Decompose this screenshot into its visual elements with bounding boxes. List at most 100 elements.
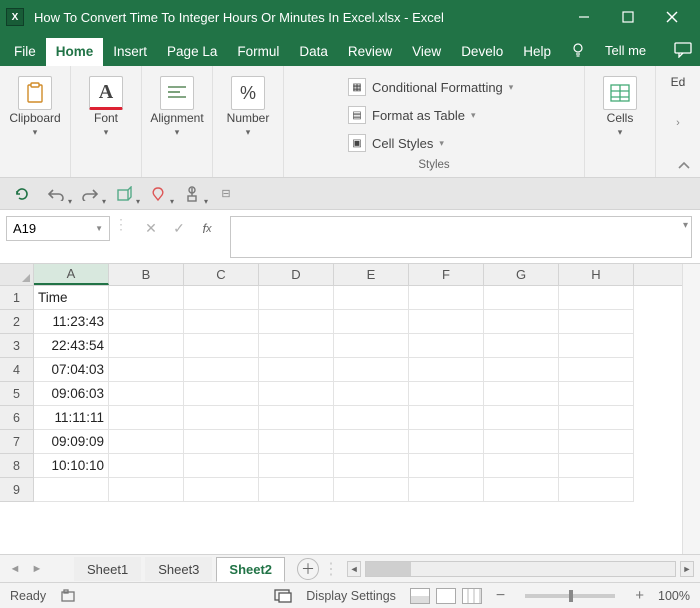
- row-header-8[interactable]: 8: [0, 454, 34, 478]
- cell-B9[interactable]: [109, 478, 184, 502]
- horizontal-scrollbar[interactable]: ◄ ►: [347, 561, 694, 577]
- number-button[interactable]: % Number ▾: [221, 72, 275, 138]
- conditional-formatting-button[interactable]: ▦Conditional Formatting ▾: [344, 76, 524, 98]
- cell-A7[interactable]: 09:09:09: [34, 430, 109, 454]
- cell-E4[interactable]: [334, 358, 409, 382]
- cell-E7[interactable]: [334, 430, 409, 454]
- tab-data[interactable]: Data: [289, 38, 338, 66]
- row-header-2[interactable]: 2: [0, 310, 34, 334]
- cell-G9[interactable]: [484, 478, 559, 502]
- lightbulb-icon[interactable]: [561, 34, 595, 66]
- col-header-H[interactable]: H: [559, 264, 634, 285]
- formula-input[interactable]: [230, 216, 692, 258]
- cell-D7[interactable]: [259, 430, 334, 454]
- cell-D4[interactable]: [259, 358, 334, 382]
- qat-button-1[interactable]: ▾: [112, 182, 136, 206]
- qat-button-2[interactable]: ▾: [146, 182, 170, 206]
- cell-F9[interactable]: [409, 478, 484, 502]
- insert-function-button[interactable]: fx: [196, 218, 218, 240]
- cell-B6[interactable]: [109, 406, 184, 430]
- cell-A3[interactable]: 22:43:54: [34, 334, 109, 358]
- cell-C2[interactable]: [184, 310, 259, 334]
- refresh-button[interactable]: [10, 182, 34, 206]
- cell-H6[interactable]: [559, 406, 634, 430]
- cell-A9[interactable]: [34, 478, 109, 502]
- cell-C4[interactable]: [184, 358, 259, 382]
- alignment-button[interactable]: Alignment ▾: [150, 72, 204, 138]
- qat-customize-button[interactable]: ⊟: [214, 182, 238, 206]
- maximize-button[interactable]: [606, 0, 650, 34]
- cell-C5[interactable]: [184, 382, 259, 406]
- cell-D2[interactable]: [259, 310, 334, 334]
- cell-H8[interactable]: [559, 454, 634, 478]
- cell-F6[interactable]: [409, 406, 484, 430]
- qat-button-3[interactable]: ▾: [180, 182, 204, 206]
- cell-B7[interactable]: [109, 430, 184, 454]
- cells-button[interactable]: Cells ▾: [593, 72, 647, 138]
- zoom-slider[interactable]: [525, 594, 615, 598]
- cell-E5[interactable]: [334, 382, 409, 406]
- undo-button[interactable]: ▾: [44, 182, 68, 206]
- cell-F1[interactable]: [409, 286, 484, 310]
- cell-B3[interactable]: [109, 334, 184, 358]
- cell-G8[interactable]: [484, 454, 559, 478]
- cell-H1[interactable]: [559, 286, 634, 310]
- cell-B1[interactable]: [109, 286, 184, 310]
- zoom-thumb[interactable]: [569, 590, 573, 602]
- cell-D5[interactable]: [259, 382, 334, 406]
- redo-button[interactable]: ▾: [78, 182, 102, 206]
- cell-H4[interactable]: [559, 358, 634, 382]
- cell-G1[interactable]: [484, 286, 559, 310]
- collapse-ribbon-button[interactable]: [674, 157, 694, 173]
- col-header-C[interactable]: C: [184, 264, 259, 285]
- cell-G6[interactable]: [484, 406, 559, 430]
- minimize-button[interactable]: [562, 0, 606, 34]
- cell-C3[interactable]: [184, 334, 259, 358]
- cell-H2[interactable]: [559, 310, 634, 334]
- sheet-tab-0[interactable]: Sheet1: [74, 557, 141, 581]
- sheet-nav-next[interactable]: ►: [28, 560, 46, 578]
- cell-H9[interactable]: [559, 478, 634, 502]
- cell-F2[interactable]: [409, 310, 484, 334]
- cell-styles-button[interactable]: ▣Cell Styles ▾: [344, 132, 524, 154]
- sheet-nav-prev[interactable]: ◄: [6, 560, 24, 578]
- select-all-corner[interactable]: [0, 264, 34, 285]
- col-header-F[interactable]: F: [409, 264, 484, 285]
- cell-A4[interactable]: 07:04:03: [34, 358, 109, 382]
- vertical-scrollbar[interactable]: [682, 286, 700, 554]
- clipboard-button[interactable]: Clipboard ▾: [8, 72, 62, 138]
- cell-B8[interactable]: [109, 454, 184, 478]
- zoom-out-button[interactable]: −: [496, 587, 505, 605]
- cell-E9[interactable]: [334, 478, 409, 502]
- cell-F4[interactable]: [409, 358, 484, 382]
- editing-button[interactable]: Ed: [664, 72, 692, 89]
- row-header-7[interactable]: 7: [0, 430, 34, 454]
- display-settings-label[interactable]: Display Settings: [306, 589, 396, 603]
- format-as-table-button[interactable]: ▤Format as Table ▾: [344, 104, 524, 126]
- tell-me-search[interactable]: Tell me: [595, 34, 656, 66]
- scroll-track[interactable]: [365, 561, 676, 577]
- display-settings-icon[interactable]: [274, 587, 292, 605]
- cell-C9[interactable]: [184, 478, 259, 502]
- page-break-view-button[interactable]: [462, 588, 482, 604]
- cell-G4[interactable]: [484, 358, 559, 382]
- cell-G2[interactable]: [484, 310, 559, 334]
- cell-F7[interactable]: [409, 430, 484, 454]
- col-header-D[interactable]: D: [259, 264, 334, 285]
- cell-G5[interactable]: [484, 382, 559, 406]
- cell-B4[interactable]: [109, 358, 184, 382]
- cell-A6[interactable]: 11:11:11: [34, 406, 109, 430]
- cell-A2[interactable]: 11:23:43: [34, 310, 109, 334]
- cell-G3[interactable]: [484, 334, 559, 358]
- sheet-tab-1[interactable]: Sheet3: [145, 557, 212, 581]
- col-header-A[interactable]: A: [34, 264, 109, 285]
- cell-F5[interactable]: [409, 382, 484, 406]
- cell-A5[interactable]: 09:06:03: [34, 382, 109, 406]
- cell-B5[interactable]: [109, 382, 184, 406]
- cell-F3[interactable]: [409, 334, 484, 358]
- font-button[interactable]: A Font ▾: [79, 72, 133, 138]
- cell-H3[interactable]: [559, 334, 634, 358]
- close-button[interactable]: [650, 0, 694, 34]
- accept-formula-button[interactable]: ✓: [168, 218, 190, 240]
- page-layout-view-button[interactable]: [436, 588, 456, 604]
